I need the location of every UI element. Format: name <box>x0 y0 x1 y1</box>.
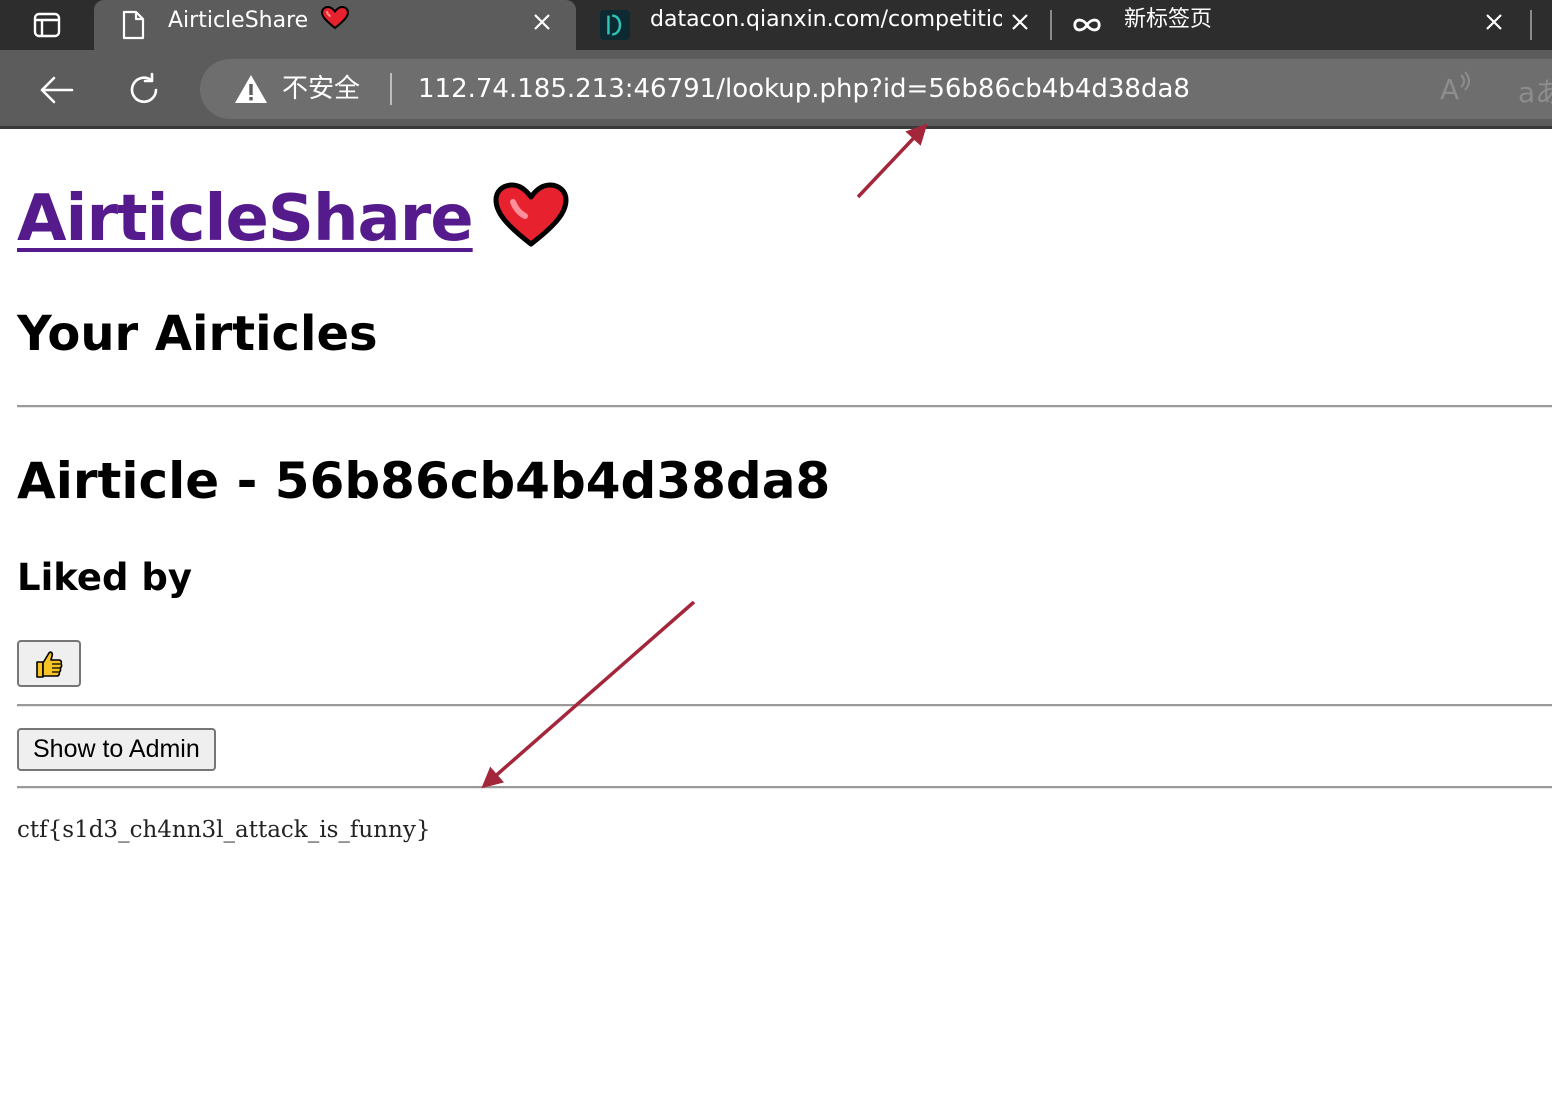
thumbs-up-icon <box>36 650 63 678</box>
address-bar[interactable]: 不安全 112.74.185.213:46791/lookup.php?id=5… <box>200 59 1552 119</box>
read-aloud-icon[interactable]: A <box>1440 71 1471 106</box>
heart-icon <box>321 6 350 30</box>
page-content: AirticleShare Your Airticles Airticle - … <box>0 129 1552 1109</box>
show-to-admin-button[interactable]: Show to Admin <box>17 728 216 771</box>
tab-airticleshare[interactable]: AirticleShare <box>94 0 576 50</box>
tab-title: datacon.qianxin.com/competitior <box>650 7 1002 32</box>
reload-icon <box>130 72 158 104</box>
warning-icon[interactable] <box>234 73 268 105</box>
back-button[interactable] <box>34 68 78 112</box>
tab-actions-button[interactable] <box>0 0 94 50</box>
tab-separator <box>1530 10 1532 40</box>
tab-strip: AirticleShare datacon.qianxin.com/compet… <box>0 0 1552 50</box>
tab-title: AirticleShare <box>168 6 350 35</box>
close-tab-icon[interactable] <box>528 8 556 36</box>
tab-title: 新标签页 <box>1124 7 1213 32</box>
divider <box>17 704 1552 707</box>
site-title-link[interactable]: AirticleShare <box>17 179 569 259</box>
tab-actions-icon <box>33 12 61 38</box>
browser-toolbar: 不安全 112.74.185.213:46791/lookup.php?id=5… <box>0 50 1552 129</box>
divider <box>17 786 1552 789</box>
close-tab-icon[interactable] <box>1480 8 1508 36</box>
tab-datacon[interactable]: datacon.qianxin.com/competitior <box>576 0 1050 50</box>
security-label[interactable]: 不安全 <box>282 73 360 105</box>
omnibox-divider <box>390 73 392 105</box>
close-tab-icon[interactable] <box>1006 8 1034 36</box>
infinity-icon <box>1072 10 1102 40</box>
heart-icon <box>493 182 569 247</box>
article-heading: Airticle - 56b86cb4b4d38da8 <box>17 452 831 510</box>
tab-new-tab[interactable]: 新标签页 <box>1052 0 1528 50</box>
like-button[interactable] <box>17 640 81 687</box>
liked-by-heading: Liked by <box>17 556 192 599</box>
datacon-logo-icon <box>600 10 630 40</box>
url-text[interactable]: 112.74.185.213:46791/lookup.php?id=56b86… <box>418 73 1190 105</box>
back-arrow-icon <box>40 76 74 104</box>
translate-icon[interactable]: aあ <box>1518 71 1552 111</box>
page-icon <box>118 10 148 40</box>
your-articles-heading: Your Airticles <box>17 306 378 362</box>
divider <box>17 405 1552 408</box>
flag-text: ctf{s1d3_ch4nn3l_attack_is_funny} <box>17 817 431 843</box>
reload-button[interactable] <box>122 68 166 112</box>
